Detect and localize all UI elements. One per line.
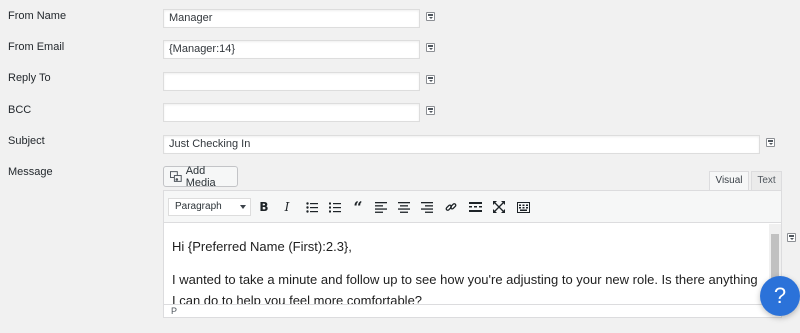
merge-tag-icon[interactable]	[426, 12, 435, 21]
read-more-icon[interactable]	[467, 199, 483, 215]
merge-tag-icon[interactable]	[426, 43, 435, 52]
from-email-label: From Email	[8, 41, 65, 53]
help-button[interactable]: ?	[760, 276, 800, 316]
bcc-label: BCC	[8, 104, 32, 116]
align-right-icon[interactable]	[419, 199, 435, 215]
subject-label: Subject	[8, 135, 45, 147]
tab-visual[interactable]: Visual	[709, 171, 749, 190]
editor-toolbar: Paragraph B I “	[164, 191, 781, 223]
format-select-value: Paragraph	[175, 201, 222, 212]
align-left-icon[interactable]	[373, 199, 389, 215]
link-icon[interactable]	[443, 199, 459, 215]
from-name-field[interactable]: Manager	[163, 9, 420, 28]
bcc-field[interactable]	[163, 103, 420, 122]
reply-to-field[interactable]	[163, 72, 420, 91]
bulleted-list-icon[interactable]	[304, 199, 320, 215]
message-editor: Paragraph B I “ Hi {Preferred Name (Firs…	[163, 190, 782, 318]
media-icon	[170, 170, 182, 182]
align-center-icon[interactable]	[396, 199, 412, 215]
add-media-label: Add Media	[185, 164, 216, 189]
message-body: I wanted to take a minute and follow up …	[172, 272, 758, 305]
numbered-list-icon[interactable]	[327, 199, 343, 215]
blockquote-icon[interactable]: “	[350, 198, 366, 217]
editor-content[interactable]: Hi {Preferred Name (First):2.3}, I wante…	[164, 224, 769, 305]
from-email-field[interactable]: {Manager:14}	[163, 40, 420, 59]
message-greeting: Hi {Preferred Name (First):2.3},	[172, 239, 352, 254]
fullscreen-icon[interactable]	[491, 199, 507, 215]
merge-tag-icon[interactable]	[787, 233, 796, 242]
element-path: P	[164, 304, 781, 317]
bold-icon[interactable]: B	[256, 199, 272, 215]
from-name-label: From Name	[8, 10, 67, 22]
tab-text[interactable]: Text	[751, 171, 782, 190]
subject-field[interactable]: Just Checking In	[163, 135, 760, 154]
chevron-down-icon	[240, 205, 246, 209]
format-select[interactable]: Paragraph	[168, 198, 251, 216]
merge-tag-icon[interactable]	[766, 138, 775, 147]
merge-tag-icon[interactable]	[426, 75, 435, 84]
italic-icon[interactable]: I	[279, 199, 295, 215]
reply-to-label: Reply To	[8, 72, 51, 84]
message-label: Message	[8, 166, 53, 178]
toolbar-toggle-icon[interactable]	[515, 199, 531, 215]
merge-tag-icon[interactable]	[426, 106, 435, 115]
add-media-button[interactable]: Add Media	[163, 164, 238, 189]
